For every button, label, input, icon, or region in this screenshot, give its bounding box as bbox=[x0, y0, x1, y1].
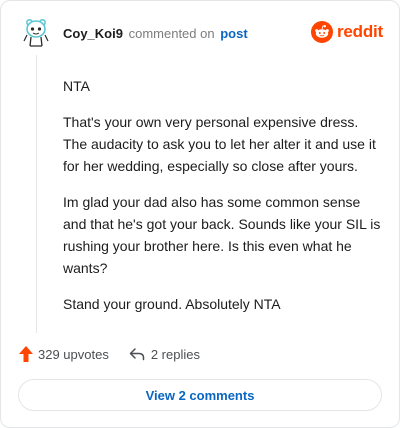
comment-card: Coy_Koi9 commented on post reddit NTA Th… bbox=[0, 0, 400, 428]
comment-header: Coy_Koi9 commented on post bbox=[63, 26, 248, 42]
reddit-wordmark: reddit bbox=[336, 22, 383, 41]
comment-paragraph: Stand your ground. Absolutely NTA bbox=[63, 296, 281, 312]
post-link[interactable]: post bbox=[220, 26, 247, 41]
comment-paragraph: That's your own very personal expensive … bbox=[63, 114, 376, 174]
replies-count: 2 replies bbox=[150, 346, 200, 362]
user-avatar[interactable] bbox=[19, 15, 53, 49]
upvote-button[interactable]: 329 upvotes bbox=[19, 346, 109, 362]
username[interactable]: Coy_Koi9 bbox=[63, 26, 123, 41]
reddit-snoo-icon bbox=[310, 21, 333, 43]
action-text: commented on bbox=[128, 26, 215, 41]
reddit-logo[interactable]: reddit bbox=[310, 21, 383, 43]
view-comments-button[interactable]: View 2 comments bbox=[18, 379, 382, 411]
replies-button[interactable]: 2 replies bbox=[129, 347, 200, 362]
comment-paragraph: Im glad your dad also has some common se… bbox=[63, 194, 381, 276]
upvote-arrow-icon bbox=[19, 346, 33, 362]
comment-paragraph: NTA bbox=[63, 78, 90, 94]
comment-body: NTA That's your own very personal expens… bbox=[63, 75, 381, 329]
snoo-avatar-icon bbox=[20, 16, 52, 48]
comment-actions: 329 upvotes 2 replies bbox=[19, 346, 200, 362]
thread-line bbox=[36, 55, 37, 333]
reply-arrow-icon bbox=[129, 348, 145, 361]
upvote-count: 329 upvotes bbox=[38, 346, 109, 362]
